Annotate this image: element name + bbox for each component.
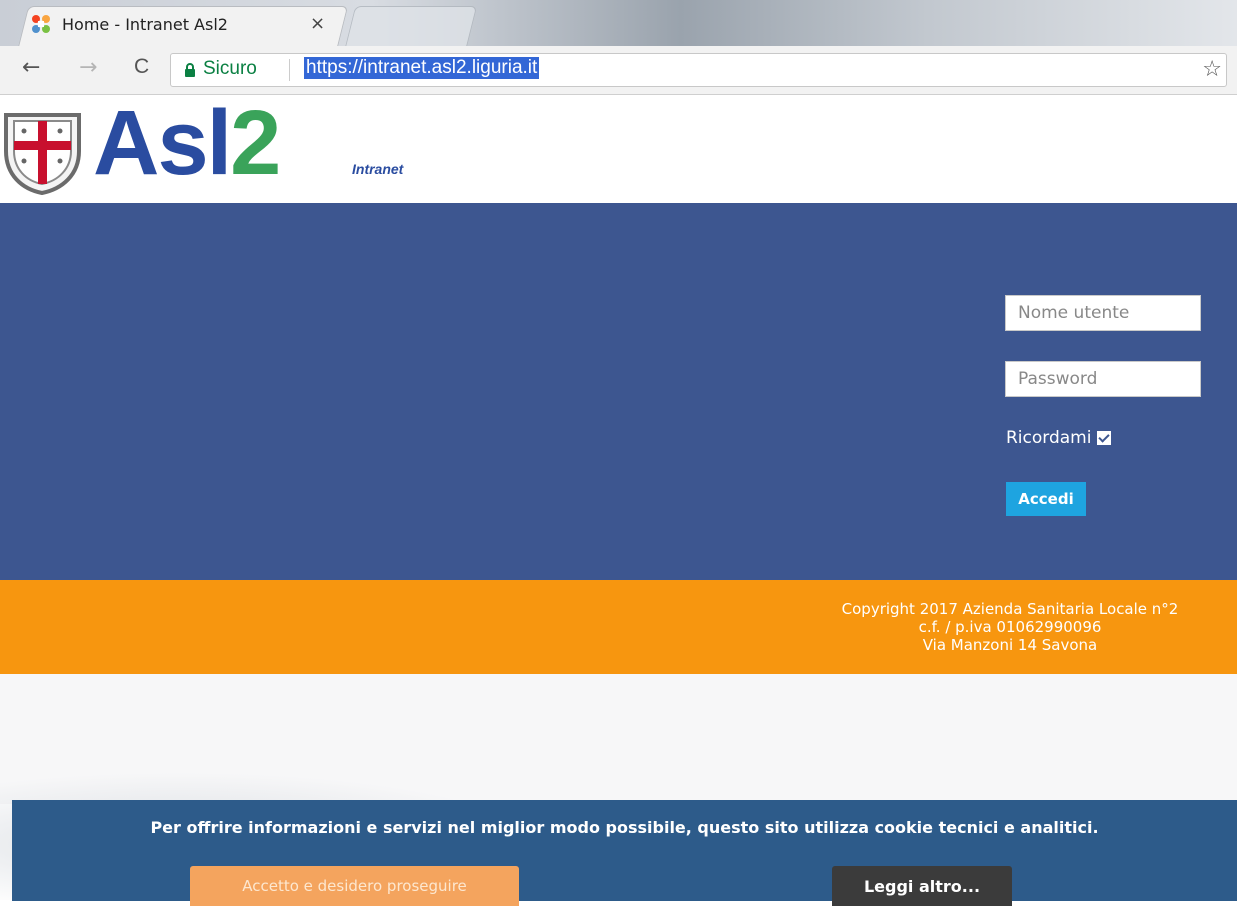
login-button[interactable]: Accedi [1006,482,1086,516]
browser-tab-strip: Home - Intranet Asl2 × [0,0,1237,47]
site-logo-text[interactable]: Asl2 [93,97,281,189]
footer-tax-id: c.f. / p.iva 01062990096 [918,618,1102,636]
forward-arrow-icon[interactable]: → [79,55,97,80]
footer-address: Via Manzoni 14 Savona [922,636,1098,654]
browser-tab-content[interactable]: Home - Intranet Asl2 × [30,12,330,36]
remember-me-checkbox[interactable] [1097,431,1112,445]
cookie-read-more-button[interactable]: Leggi altro... [832,866,1012,906]
secure-label: Sicuro [203,58,257,79]
logo-asl: Asl [93,92,232,194]
reload-icon[interactable]: C [134,55,149,79]
browser-tab-new[interactable] [345,6,478,47]
browser-toolbar: ← → C Sicuro https://intranet.asl2.ligur… [0,46,1237,95]
footer-copyright: Copyright 2017 Azienda Sanitaria Locale … [841,600,1179,618]
address-separator [289,59,290,81]
site-header: Asl2 Intranet [0,95,1237,203]
address-bar[interactable]: Sicuro https://intranet.asl2.liguria.it … [170,53,1227,87]
liguria-crest-icon [4,113,81,195]
logo-number: 2 [230,92,281,194]
footer-band: Copyright 2017 Azienda Sanitaria Locale … [0,580,1237,674]
bookmark-star-icon[interactable]: ☆ [1202,57,1222,82]
login-band: Ricordami Accedi [0,203,1237,580]
footer-info: Copyright 2017 Azienda Sanitaria Locale … [775,600,1237,654]
joomla-favicon-icon [32,15,50,33]
password-input[interactable] [1005,361,1201,397]
remember-me-row: Ricordami [1006,428,1112,448]
username-input[interactable] [1005,295,1201,331]
url-text[interactable]: https://intranet.asl2.liguria.it [304,57,540,79]
lock-icon [185,63,195,77]
cookie-accept-button[interactable]: Accetto e desidero proseguire [190,866,519,906]
cookie-banner: Per offrire informazioni e servizi nel m… [12,800,1237,906]
browser-tab-title: Home - Intranet Asl2 [62,14,228,34]
logo-subtitle: Intranet [352,161,404,177]
cookie-message: Per offrire informazioni e servizi nel m… [150,818,1099,837]
close-tab-icon[interactable]: × [310,13,325,34]
back-arrow-icon[interactable]: ← [22,55,40,80]
remember-me-label: Ricordami [1006,428,1092,448]
